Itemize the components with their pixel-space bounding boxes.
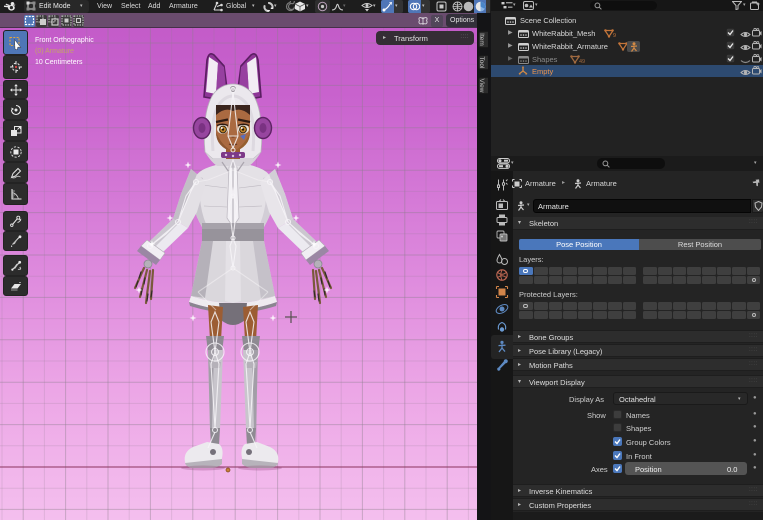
svg-text:Tool: Tool bbox=[478, 57, 485, 69]
svg-text:Item: Item bbox=[478, 33, 485, 46]
svg-text:View: View bbox=[478, 79, 485, 93]
